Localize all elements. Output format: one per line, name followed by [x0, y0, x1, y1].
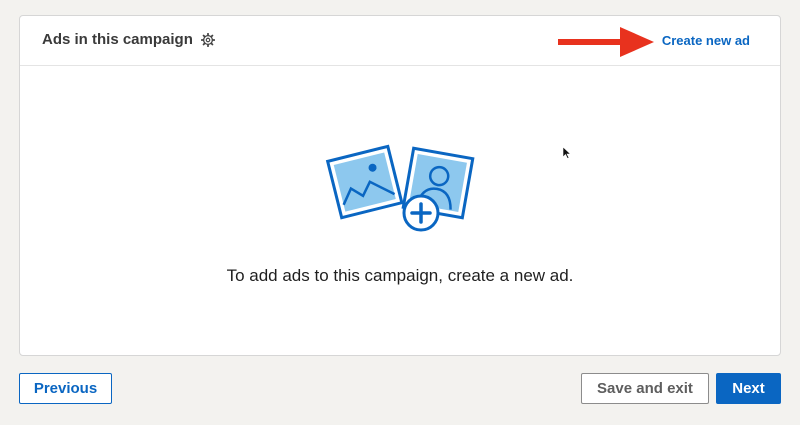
- create-new-ad-link[interactable]: Create new ad: [662, 33, 750, 48]
- card-title: Ads in this campaign: [42, 31, 215, 48]
- ads-card: Ads in this campaign Create new ad To ad…: [19, 15, 781, 356]
- gear-icon[interactable]: [200, 32, 215, 47]
- red-arrow-icon: [558, 27, 654, 57]
- next-button[interactable]: Next: [716, 373, 781, 404]
- card-header: Ads in this campaign Create new ad: [20, 16, 780, 66]
- add-images-illustration: [325, 144, 475, 232]
- empty-state-message: To add ads to this campaign, create a ne…: [226, 266, 574, 285]
- previous-button[interactable]: Previous: [19, 373, 112, 404]
- card-title-text: Ads in this campaign: [42, 31, 193, 48]
- mouse-cursor-icon: [563, 147, 571, 159]
- save-and-exit-button[interactable]: Save and exit: [581, 373, 709, 404]
